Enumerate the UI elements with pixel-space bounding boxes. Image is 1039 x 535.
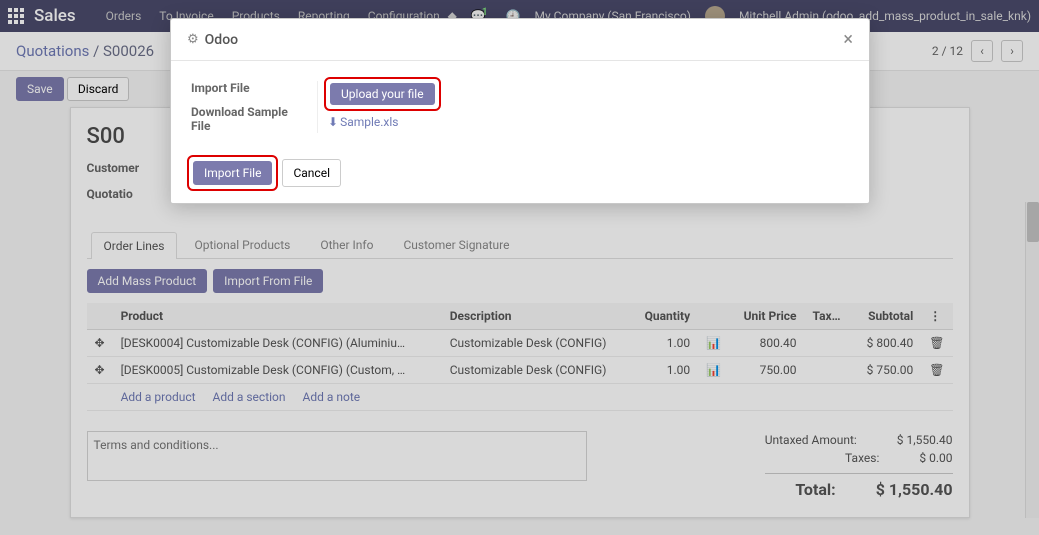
gear-icon: ⚙ [187, 32, 199, 47]
close-icon[interactable]: × [843, 29, 853, 50]
import-file-button[interactable]: Import File [193, 161, 272, 185]
import-modal: ⚙ Odoo × Import File Download Sample Fil… [170, 18, 870, 204]
sample-file-link[interactable]: Sample.xls [340, 115, 398, 129]
modal-title: Odoo [205, 32, 238, 48]
upload-file-button[interactable]: Upload your file [330, 83, 435, 105]
download-icon: ⬇ [328, 115, 338, 129]
cancel-button[interactable]: Cancel [282, 159, 341, 187]
import-file-label: Import File [191, 81, 301, 95]
download-sample-label: Download Sample File [191, 105, 301, 133]
